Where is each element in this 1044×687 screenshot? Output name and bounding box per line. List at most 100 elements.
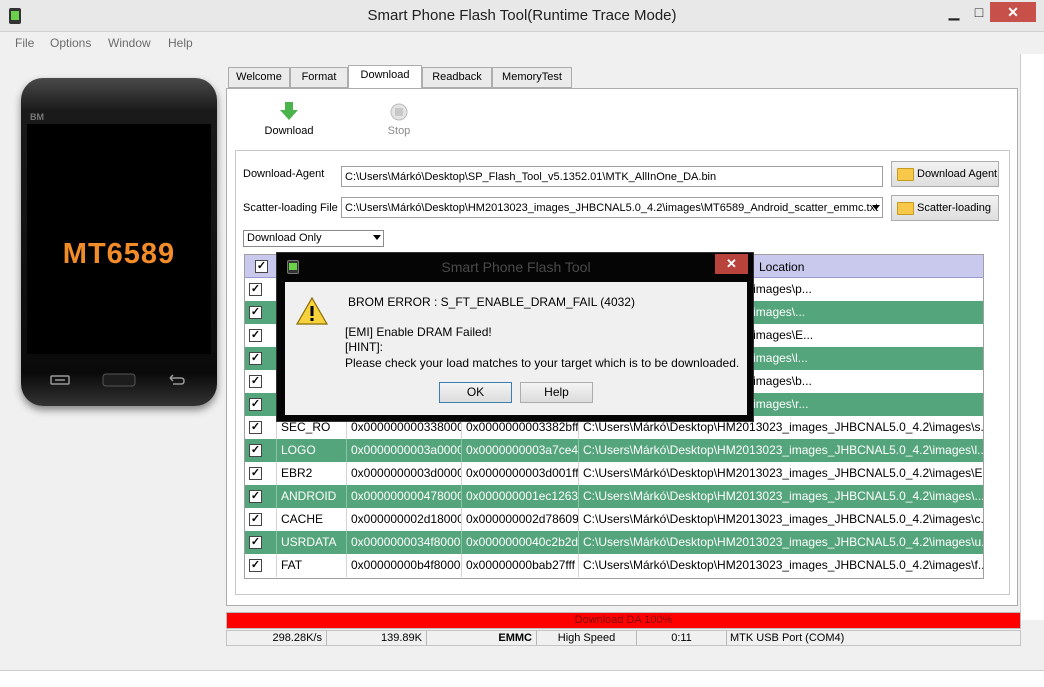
maximize-button[interactable]: □: [966, 4, 992, 22]
row-checkbox[interactable]: ✓: [249, 444, 262, 457]
download-label: Download: [264, 125, 314, 137]
scatter-file-label: Scatter-loading File: [243, 202, 338, 214]
cell-begin-address: 0x000000002d180000: [347, 508, 462, 531]
cell-begin-address: 0x00000000b4f80000: [347, 554, 462, 577]
row-checkbox[interactable]: ✓: [249, 536, 262, 549]
progress-bar: Download DA 100%: [226, 612, 1021, 629]
download-button[interactable]: Download: [259, 100, 319, 137]
status-speed: 298.28K/s: [227, 631, 327, 645]
cell-checkbox: ✓: [245, 462, 277, 485]
tab-download[interactable]: Download: [348, 65, 422, 89]
hint-message: Please check your load matches to your t…: [345, 356, 740, 370]
menu-window[interactable]: Window: [108, 36, 151, 50]
scatter-file-combobox[interactable]: C:\Users\Márkó\Desktop\HM2013023_images_…: [341, 197, 883, 218]
table-row[interactable]: ✓ CACHE 0x000000002d180000 0x000000002d7860…: [245, 508, 983, 531]
close-button[interactable]: ✕: [990, 2, 1036, 22]
row-checkbox[interactable]: ✓: [249, 306, 262, 319]
select-all-checkbox[interactable]: ✓: [255, 260, 268, 273]
chevron-down-icon: [872, 205, 880, 210]
status-usb-speed: High Speed: [537, 631, 637, 645]
cell-end-address: 0x0000000040c2b2d3: [462, 531, 579, 554]
table-row[interactable]: ✓ EBR2 0x0000000003d00000 0x0000000003d001f…: [245, 462, 983, 485]
row-checkbox[interactable]: ✓: [249, 375, 262, 388]
row-checkbox[interactable]: ✓: [249, 283, 262, 296]
location-column-header: Location: [759, 260, 805, 274]
row-checkbox[interactable]: ✓: [249, 490, 262, 503]
background-window-edge: [1020, 54, 1044, 620]
cell-end-address: 0x0000000003d001ff: [462, 462, 579, 485]
row-checkbox[interactable]: ✓: [249, 352, 262, 365]
folder-icon: [897, 202, 914, 215]
cell-end-address: 0x000000001ec12637: [462, 485, 579, 508]
status-size: 139.89K: [327, 631, 427, 645]
ok-button[interactable]: OK: [439, 382, 512, 403]
download-agent-field[interactable]: C:\Users\Márkó\Desktop\SP_Flash_Tool_v5.…: [341, 166, 883, 187]
cell-checkbox: ✓: [245, 278, 277, 301]
tab-memorytest[interactable]: MemoryTest: [492, 67, 572, 88]
table-row[interactable]: ✓ LOGO 0x0000000003a00000 0x0000000003a7ce4…: [245, 439, 983, 462]
download-mode-select[interactable]: Download Only: [243, 230, 384, 247]
minimize-button[interactable]: ▁: [941, 4, 967, 22]
error-dialog: Smart Phone Flash Tool ✕ BROM ERROR : S_…: [276, 252, 754, 422]
cell-name: LOGO: [277, 439, 347, 462]
dialog-close-button[interactable]: ✕: [715, 254, 748, 274]
cell-begin-address: 0x0000000003d00000: [347, 462, 462, 485]
emi-error-text: [EMI] Enable DRAM Failed!: [345, 325, 492, 339]
menu-help[interactable]: Help: [168, 36, 193, 50]
cell-location: C:\Users\Márkó\Desktop\HM2013023_images_…: [579, 508, 983, 531]
row-checkbox[interactable]: ✓: [249, 467, 262, 480]
cell-checkbox: ✓: [245, 508, 277, 531]
row-checkbox[interactable]: ✓: [249, 329, 262, 342]
help-button[interactable]: Help: [520, 382, 593, 403]
row-checkbox[interactable]: ✓: [249, 513, 262, 526]
cell-checkbox: ✓: [245, 554, 277, 577]
cell-begin-address: 0x0000000003a00000: [347, 439, 462, 462]
window-title: Smart Phone Flash Tool(Runtime Trace Mod…: [367, 7, 677, 24]
cell-location: C:\Users\Márkó\Desktop\HM2013023_images_…: [579, 462, 983, 485]
stop-button[interactable]: Stop: [379, 102, 419, 137]
cell-checkbox: ✓: [245, 370, 277, 393]
cell-location: C:\Users\Márkó\Desktop\HM2013023_images_…: [579, 439, 983, 462]
row-checkbox[interactable]: ✓: [249, 559, 262, 572]
cell-name: CACHE: [277, 508, 347, 531]
dialog-title: Smart Phone Flash Tool: [441, 259, 591, 275]
cell-end-address: 0x00000000bab27fff: [462, 554, 579, 577]
table-row[interactable]: ✓ FAT 0x00000000b4f80000 0x00000000bab27fff…: [245, 554, 983, 577]
tab-format[interactable]: Format: [290, 67, 348, 88]
back-key-icon: [169, 374, 185, 385]
folder-icon: [897, 168, 914, 181]
stop-icon: [390, 103, 408, 121]
cell-checkbox: ✓: [245, 416, 277, 439]
background-explorer-strip: [0, 670, 1044, 687]
table-row[interactable]: ✓ ANDROID 0x0000000004780000 0x000000001ec1…: [245, 485, 983, 508]
scatter-file-value: C:\Users\Márkó\Desktop\HM2013023_images_…: [345, 202, 879, 214]
row-checkbox[interactable]: ✓: [249, 398, 262, 411]
menu-options[interactable]: Options: [50, 36, 91, 50]
cell-checkbox: ✓: [245, 531, 277, 554]
scatter-loading-button[interactable]: Scatter-loading: [891, 195, 999, 221]
cell-checkbox: ✓: [245, 393, 277, 416]
status-storage: EMMC: [427, 631, 537, 645]
download-agent-button[interactable]: Download Agent: [891, 161, 999, 187]
download-agent-button-label: Download Agent: [917, 168, 998, 180]
title-bar: Smart Phone Flash Tool(Runtime Trace Mod…: [0, 0, 1044, 32]
phone-brand: BM: [30, 112, 44, 122]
dialog-body: BROM ERROR : S_FT_ENABLE_DRAM_FAIL (4032…: [285, 282, 747, 415]
warning-icon: [295, 296, 329, 325]
table-row[interactable]: ✓ USRDATA 0x0000000034f80000 0x0000000040c2…: [245, 531, 983, 554]
status-port: MTK USB Port (COM4): [730, 632, 845, 644]
tab-readback[interactable]: Readback: [422, 67, 492, 88]
menu-key-icon: [50, 375, 70, 385]
cell-name: USRDATA: [277, 531, 347, 554]
stop-label: Stop: [387, 125, 411, 137]
progress-label: Download DA 100%: [574, 614, 673, 626]
status-time: 0:11: [637, 631, 727, 645]
cell-location: C:\Users\Márkó\Desktop\HM2013023_images_…: [579, 485, 983, 508]
cell-name: EBR2: [277, 462, 347, 485]
cell-checkbox: ✓: [245, 485, 277, 508]
row-checkbox[interactable]: ✓: [249, 421, 262, 434]
menu-file[interactable]: File: [15, 36, 34, 50]
tab-welcome[interactable]: Welcome: [228, 67, 290, 88]
phone-image: BM MT6589: [21, 78, 217, 406]
download-arrow-icon: [280, 102, 298, 120]
